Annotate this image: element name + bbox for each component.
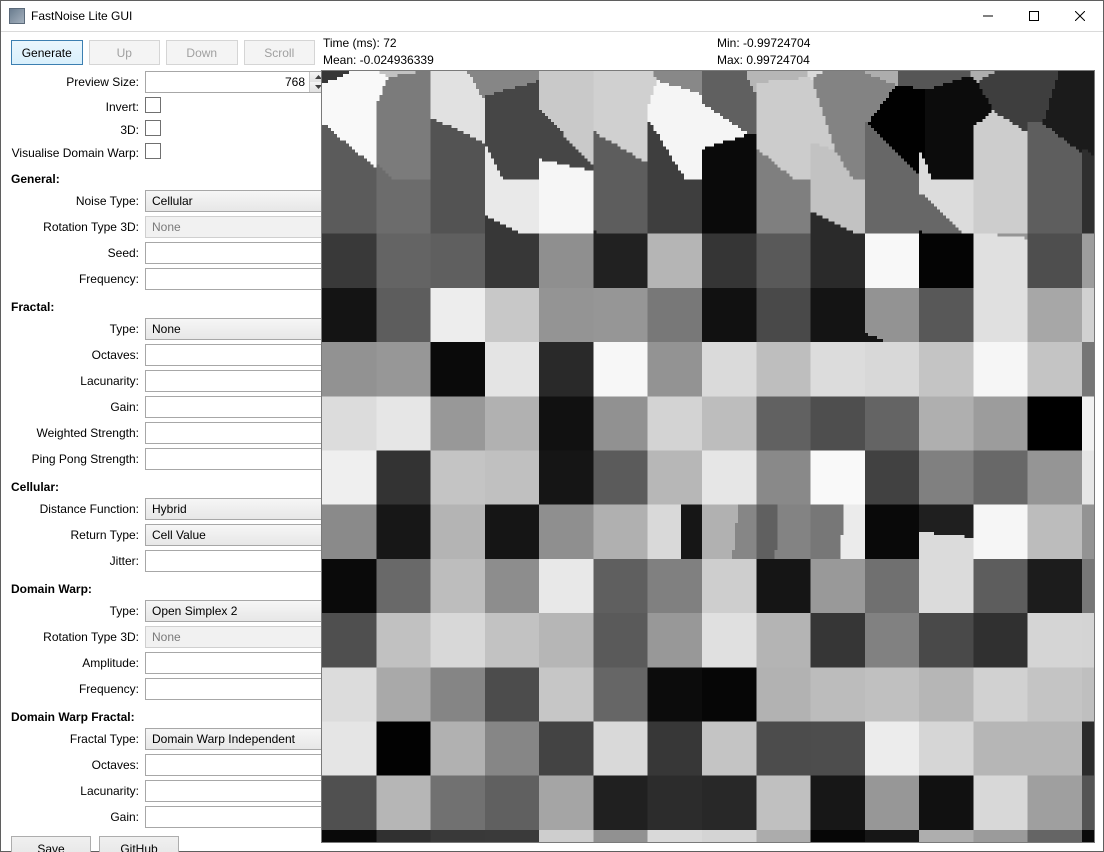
- main: Time (ms): 72 Min: -0.99724704 Mean: -0.…: [321, 32, 1103, 851]
- noise-type-value: Cellular: [152, 194, 193, 208]
- maximize-button[interactable]: [1011, 1, 1057, 31]
- dwarp-rot3d-value: None: [152, 630, 181, 644]
- fractal-type-value: None: [152, 322, 181, 336]
- lacunarity-label: Lacunarity:: [11, 374, 141, 388]
- github-button[interactable]: GitHub: [99, 836, 179, 852]
- stat-time: Time (ms): 72: [323, 36, 701, 53]
- dwf-gain-label: Gain:: [11, 810, 141, 824]
- dwarp-type-value: Open Simplex 2: [152, 604, 237, 618]
- pingpong-label: Ping Pong Strength:: [11, 452, 141, 466]
- distance-label: Distance Function:: [11, 502, 141, 516]
- close-button[interactable]: [1057, 1, 1103, 31]
- minimize-button[interactable]: [965, 1, 1011, 31]
- dwf-octaves-label: Octaves:: [11, 758, 141, 772]
- window-title: FastNoise Lite GUI: [31, 9, 132, 23]
- return-type-label: Return Type:: [11, 528, 141, 542]
- distance-value: Hybrid: [152, 502, 187, 516]
- preview-size-label: Preview Size:: [11, 75, 141, 89]
- footer-buttons: Save GitHub: [11, 836, 315, 852]
- noise-preview: [321, 70, 1095, 843]
- sidebar: Generate Up Down Scroll Preview Size:: [1, 32, 321, 851]
- frequency-label: Frequency:: [11, 272, 141, 286]
- scroll-button[interactable]: Scroll: [244, 40, 316, 65]
- dwf-lacunarity-label: Lacunarity:: [11, 784, 141, 798]
- preview-width-input[interactable]: [146, 72, 309, 92]
- dwarp-freq-label: Frequency:: [11, 682, 141, 696]
- return-type-value: Cell Value: [152, 528, 206, 542]
- settings-form: Preview Size:: [11, 71, 315, 828]
- dwarp-amp-label: Amplitude:: [11, 656, 141, 670]
- window-controls: [965, 1, 1103, 31]
- octaves-label: Octaves:: [11, 348, 141, 362]
- stat-min: Min: -0.99724704: [717, 36, 1095, 53]
- up-button[interactable]: Up: [89, 40, 161, 65]
- noise-type-label: Noise Type:: [11, 194, 141, 208]
- 3d-label: 3D:: [11, 123, 141, 137]
- 3d-checkbox[interactable]: [145, 120, 161, 136]
- fractal-type-label: Type:: [11, 322, 141, 336]
- visualise-warp-label: Visualise Domain Warp:: [11, 146, 141, 160]
- body: Generate Up Down Scroll Preview Size:: [1, 32, 1103, 851]
- dwarp-rot3d-label: Rotation Type 3D:: [11, 630, 141, 644]
- invert-label: Invert:: [11, 100, 141, 114]
- noise-canvas: [322, 71, 1094, 842]
- dwf-type-value: Domain Warp Independent: [152, 732, 295, 746]
- save-button[interactable]: Save: [11, 836, 91, 852]
- weighted-label: Weighted Strength:: [11, 426, 141, 440]
- app-icon: [9, 8, 25, 24]
- preview-width-stepper[interactable]: [145, 71, 328, 93]
- generate-button[interactable]: Generate: [11, 40, 83, 65]
- rotation3d-label: Rotation Type 3D:: [11, 220, 141, 234]
- down-button[interactable]: Down: [166, 40, 238, 65]
- invert-checkbox[interactable]: [145, 97, 161, 113]
- visualise-warp-checkbox[interactable]: [145, 143, 161, 159]
- dwarp-type-label: Type:: [11, 604, 141, 618]
- stats: Time (ms): 72 Min: -0.99724704 Mean: -0.…: [321, 36, 1095, 70]
- stat-mean: Mean: -0.024936339: [323, 53, 701, 70]
- titlebar-left: FastNoise Lite GUI: [9, 8, 132, 24]
- jitter-label: Jitter:: [11, 554, 141, 568]
- seed-label: Seed:: [11, 246, 141, 260]
- dwf-type-label: Fractal Type:: [11, 732, 141, 746]
- gain-label: Gain:: [11, 400, 141, 414]
- app-window: FastNoise Lite GUI Generate Up Down Scro…: [0, 0, 1104, 852]
- stat-max: Max: 0.99724704: [717, 53, 1095, 70]
- rotation3d-value: None: [152, 220, 181, 234]
- toolbar: Generate Up Down Scroll: [11, 40, 315, 65]
- titlebar: FastNoise Lite GUI: [1, 1, 1103, 32]
